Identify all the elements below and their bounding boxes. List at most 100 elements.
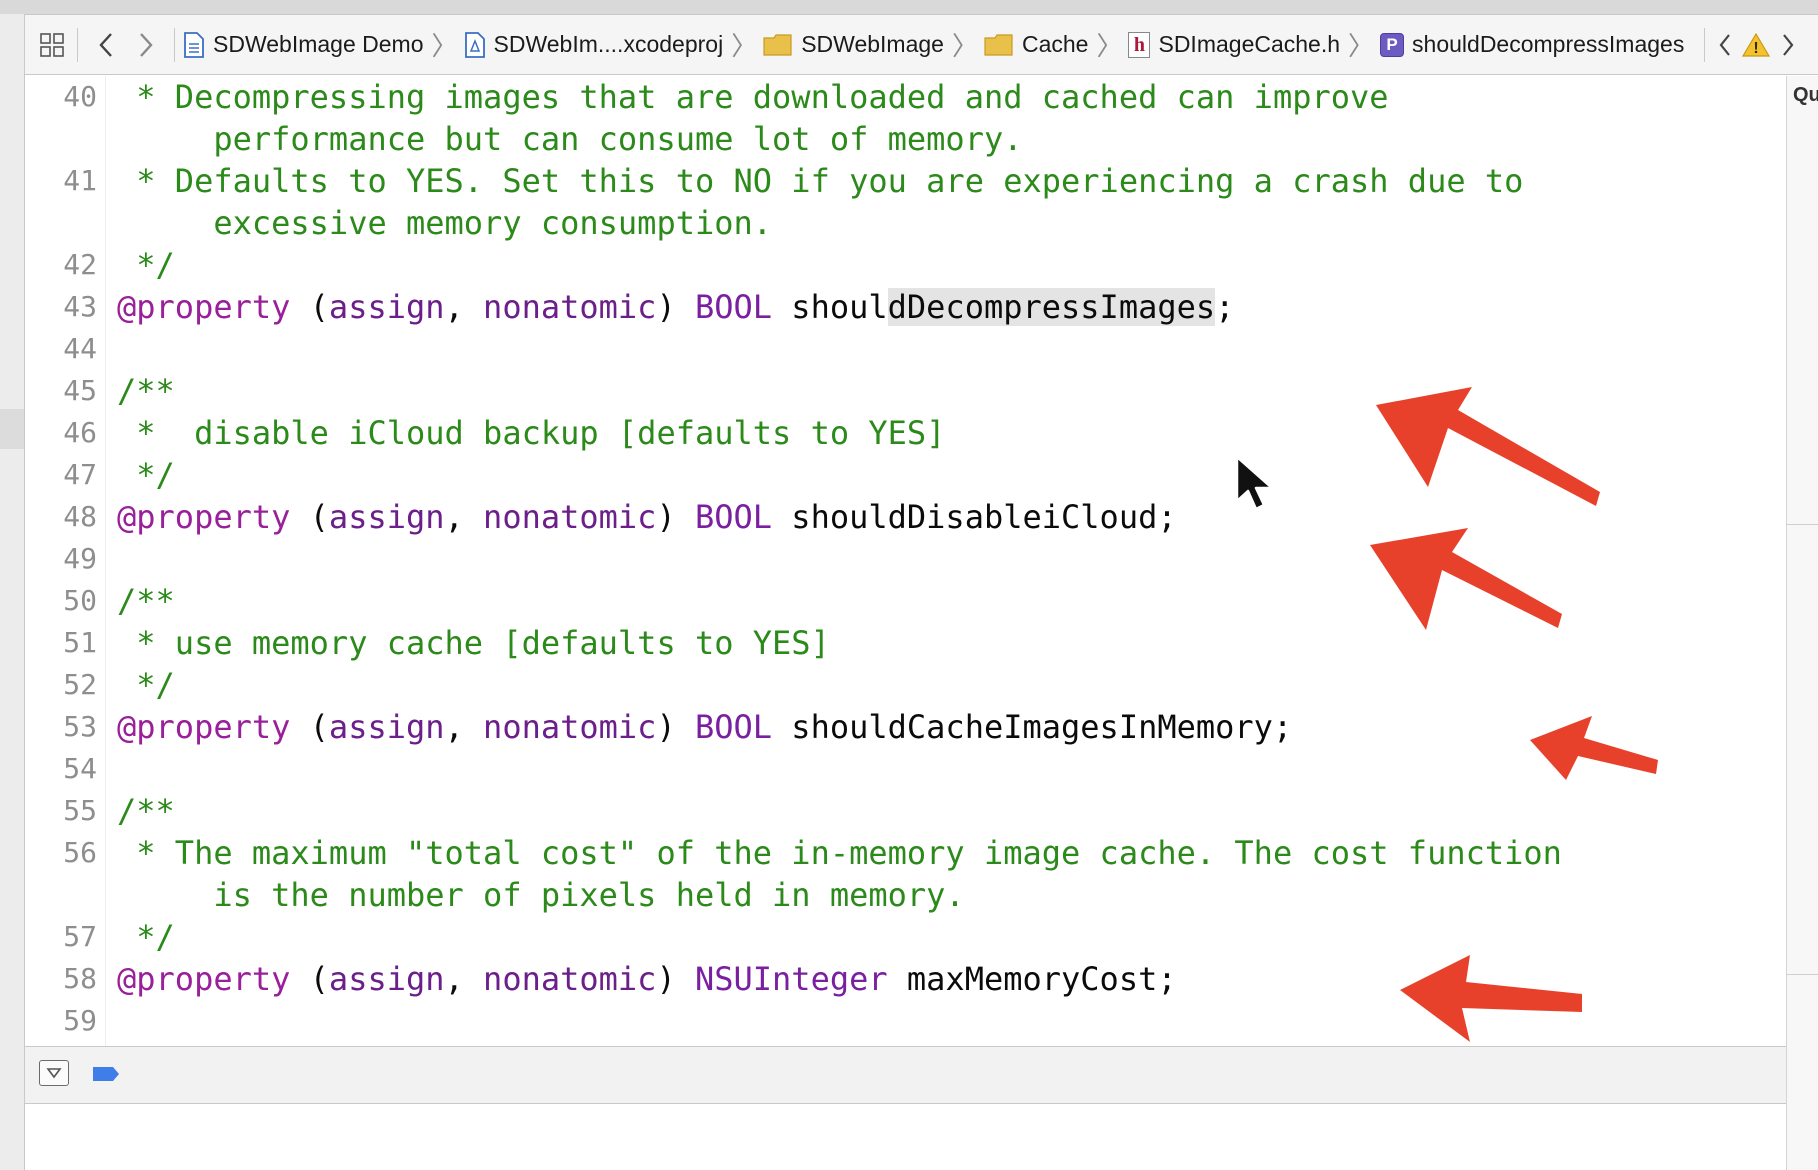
code-line[interactable]: 48 @property (assign, nonatomic) BOOL sho… (25, 496, 1786, 538)
breadcrumb-label: SDWebImage Demo (213, 31, 424, 57)
go-forward-button[interactable] (126, 25, 166, 65)
semicolon: ; (1272, 708, 1293, 746)
code-line[interactable]: is the number of pixels held in memory. (25, 874, 1786, 916)
line-number: 55 (63, 794, 97, 827)
close-paren: ) (656, 288, 695, 326)
quick-help-label: Qu (1793, 84, 1818, 106)
line-number: 42 (63, 248, 97, 281)
go-back-button[interactable] (86, 25, 126, 65)
source-editor[interactable]: 40 * Decompressing images that are downl… (25, 76, 1786, 1046)
breadcrumb-project[interactable]: SDWebImage Demo 〉 (183, 25, 464, 65)
comment-text: * use memory cache [defaults to YES] (117, 624, 830, 662)
breadcrumb-folder-cache[interactable]: Cache 〉 (984, 25, 1129, 65)
code-text: * Decompressing images that are download… (117, 76, 1389, 118)
next-issue-button[interactable] (1775, 25, 1801, 65)
code-line[interactable]: excessive memory consumption. (25, 202, 1786, 244)
code-line[interactable]: 58 @property (assign, nonatomic) NSUInteg… (25, 958, 1786, 1000)
breadcrumb-chevron-icon: 〉 (1096, 31, 1123, 61)
jump-bar: SDWebImage Demo 〉 SDWebIm....xcodeproj 〉… (25, 15, 1818, 75)
jump-bar-separator (77, 27, 78, 62)
code-line[interactable]: 46 * disable iCloud backup [defaults to … (25, 412, 1786, 454)
code-line[interactable]: 44 (25, 328, 1786, 370)
code-text: * use memory cache [defaults to YES] (117, 622, 830, 664)
code-line[interactable]: 52 */ (25, 664, 1786, 706)
code-line[interactable]: 51 * use memory cache [defaults to YES] (25, 622, 1786, 664)
comment-text: * Defaults to YES. Set this to NO if you… (117, 162, 1524, 200)
breadcrumb-label: SDWebIm....xcodeproj (493, 31, 724, 57)
line-number: 47 (63, 458, 97, 491)
code-line[interactable]: 53 @property (assign, nonatomic) BOOL sho… (25, 706, 1786, 748)
property-attribute: assign (328, 708, 445, 746)
hide-debug-area-button[interactable] (39, 1060, 69, 1086)
breadcrumb-chevron-icon: 〉 (731, 31, 758, 61)
line-number: 50 (63, 584, 97, 617)
property-attribute: nonatomic (483, 708, 657, 746)
breadcrumb-file-header[interactable]: h SDImageCache.h 〉 (1128, 25, 1380, 65)
property-keyword: @property (117, 288, 291, 326)
navigator-edge-marker (0, 409, 24, 449)
breadcrumb-xcodeproj[interactable]: SDWebIm....xcodeproj 〉 (464, 25, 764, 65)
comment-text: /** (117, 372, 175, 410)
navigator-edge (0, 14, 25, 1170)
property-attribute: nonatomic (483, 498, 657, 536)
breadcrumb-symbol-property[interactable]: P shouldDecompressImages (1380, 25, 1684, 65)
semicolon: ; (1157, 498, 1177, 536)
comment-text: is the number of pixels held in memory. (117, 876, 965, 914)
code-line[interactable]: 41 * Defaults to YES. Set this to NO if … (25, 160, 1786, 202)
chevron-right-icon (140, 32, 153, 57)
code-line[interactable]: 45 /** (25, 370, 1786, 412)
comment-text: * Decompressing images that are download… (117, 78, 1389, 116)
close-paren: ) (656, 708, 695, 746)
code-line[interactable]: 50 /** (25, 580, 1786, 622)
breadcrumb-chevron-icon: 〉 (431, 31, 458, 61)
header-file-icon-glyph: h (1133, 33, 1146, 56)
line-number: 48 (63, 500, 97, 533)
comma: , (444, 960, 484, 998)
code-line[interactable]: 49 (25, 538, 1786, 580)
inspector-divider (1787, 974, 1818, 975)
document-icon (184, 31, 204, 58)
breakpoints-toggle-button[interactable] (91, 1065, 121, 1088)
line-number: 56 (63, 836, 97, 869)
code-text: * Defaults to YES. Set this to NO if you… (117, 160, 1523, 202)
code-line[interactable]: 55 /** (25, 790, 1786, 832)
code-text: */ (117, 916, 175, 958)
code-line[interactable]: 42 */ (25, 244, 1786, 286)
code-text: * The maximum "total cost" of the in-mem… (117, 832, 1562, 874)
code-line[interactable]: 40 * Decompressing images that are downl… (25, 76, 1786, 118)
open-paren: ( (290, 708, 329, 746)
code-line[interactable]: performance but can consume lot of memor… (25, 118, 1786, 160)
property-attribute: nonatomic (483, 288, 657, 326)
code-line[interactable]: 54 (25, 748, 1786, 790)
breadcrumb-folder-sdwebimage[interactable]: SDWebImage 〉 (763, 25, 984, 65)
open-paren: ( (290, 498, 329, 536)
debug-console[interactable] (25, 1104, 1786, 1170)
comment-text: */ (117, 666, 175, 704)
line-number: 58 (63, 962, 97, 995)
property-attribute: assign (328, 288, 445, 326)
code-line[interactable]: 43 @property (assign, nonatomic) BOOL sho… (25, 286, 1786, 328)
previous-issue-button[interactable] (1713, 25, 1737, 65)
property-name: maxMemoryCost (906, 960, 1158, 998)
close-paren: ) (656, 498, 695, 536)
open-paren: ( (290, 960, 329, 998)
related-items-button[interactable] (35, 25, 69, 65)
breakpoint-icon (93, 1067, 119, 1081)
breadcrumb-chevron-icon: 〉 (951, 31, 978, 61)
comment-text: excessive memory consumption. (117, 204, 773, 242)
comma: , (444, 498, 484, 536)
code-text: /** (117, 580, 175, 622)
code-line[interactable]: 47 */ (25, 454, 1786, 496)
code-line[interactable]: 57 */ (25, 916, 1786, 958)
warning-button[interactable]: ! (1737, 25, 1775, 65)
code-line[interactable]: 56 * The maximum "total cost" of the in-… (25, 832, 1786, 874)
jump-bar-separator (1704, 27, 1706, 62)
code-text: */ (117, 244, 175, 286)
property-icon: P (1380, 32, 1405, 57)
line-number: 44 (63, 332, 97, 365)
code-line[interactable]: 59 (25, 1000, 1786, 1042)
jump-bar-issue-controls: ! (1696, 25, 1801, 65)
line-number: 57 (63, 920, 97, 953)
chevron-left-icon (99, 32, 112, 57)
